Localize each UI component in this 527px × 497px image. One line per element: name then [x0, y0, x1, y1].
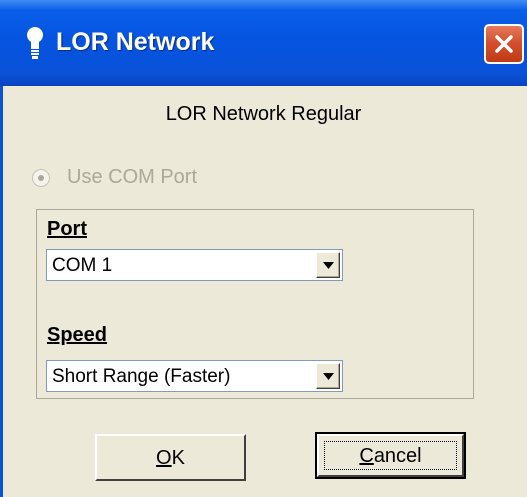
lightbulb-icon — [27, 27, 43, 59]
cancel-button[interactable]: Cancel — [315, 432, 466, 479]
radio-button[interactable] — [32, 169, 50, 187]
chevron-down-icon — [323, 262, 334, 269]
dialog-heading: LOR Network Regular — [165, 103, 362, 125]
port-select[interactable]: COM 1 — [46, 249, 343, 281]
close-icon — [495, 35, 513, 53]
port-label: Port — [47, 218, 87, 240]
port-value: COM 1 — [52, 255, 113, 276]
radio-label: Use COM Port — [67, 166, 198, 188]
speed-label: Speed — [47, 324, 108, 346]
ok-button[interactable]: OK — [95, 434, 246, 481]
close-button[interactable] — [484, 24, 524, 64]
port-dropdown-button[interactable] — [316, 252, 340, 278]
speed-value: Short Range (Faster) — [52, 366, 231, 387]
speed-dropdown-button[interactable] — [316, 363, 340, 389]
chevron-down-icon — [323, 373, 334, 380]
title-bar[interactable]: LOR Network — [0, 0, 527, 86]
ok-button-label: OK — [156, 447, 185, 469]
cancel-button-label: Cancel — [359, 445, 422, 467]
window-title: LOR Network — [56, 28, 215, 56]
speed-select[interactable]: Short Range (Faster) — [46, 360, 343, 392]
window-frame — [0, 86, 3, 497]
